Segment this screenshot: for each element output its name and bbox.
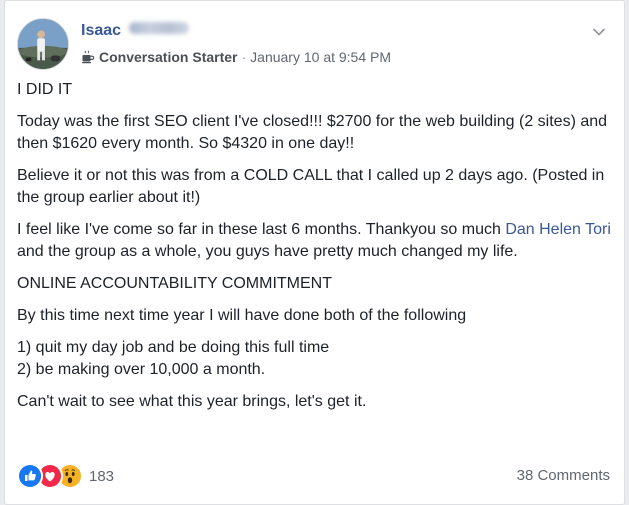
author-name[interactable]: Isaac	[81, 22, 121, 39]
post-text-line: ONLINE ACCOUNTABILITY COMMITMENT	[17, 275, 332, 292]
post-header: Isaac Conversation Starter · January 10 at…	[17, 15, 612, 75]
author-line: Isaac	[81, 21, 190, 41]
reaction-count: 183	[89, 467, 115, 485]
post-footer: 183 38 Comments	[17, 463, 612, 489]
post-timestamp[interactable]: January 10 at 9:54 PM	[250, 49, 391, 65]
post-text-line: Believe it or not this was from a COLD C…	[17, 167, 605, 206]
like-icon	[17, 463, 43, 489]
mention-link[interactable]: Dan Helen Tori	[505, 221, 611, 238]
post-text-line: I DID IT	[17, 81, 73, 98]
avatar-photo-icon	[18, 19, 68, 69]
coffee-cup-icon	[81, 50, 95, 64]
post-body: I DID IT Today was the first SEO client …	[17, 79, 612, 423]
post-card: Isaac Conversation Starter · January 10 at…	[4, 0, 625, 505]
author-surname-blurred	[129, 22, 190, 34]
post-text-line: By this time next time year I will have …	[17, 307, 467, 324]
post-text-line: Can't wait to see what this year brings,…	[17, 393, 367, 410]
post-text-line: 1) quit my day job and be doing this ful…	[17, 339, 330, 356]
post-text-line: 2) be making over 10,000 a month.	[17, 361, 266, 378]
post-options-chevron-down-icon[interactable]	[592, 25, 606, 39]
post-text-fragment: I feel like I've come so far in these la…	[17, 221, 506, 238]
reactions-summary[interactable]: 183	[17, 463, 114, 489]
badge-label[interactable]: Conversation Starter	[99, 49, 237, 65]
post-text-fragment: and the group as a whole, you guys have …	[17, 243, 518, 260]
post-meta: Conversation Starter · January 10 at 9:54 …	[81, 48, 391, 66]
author-avatar[interactable]	[17, 18, 69, 70]
post-text-mention-paragraph: I feel like I've come so far in these la…	[17, 219, 612, 263]
post-text-line: Today was the first SEO client I've clos…	[17, 113, 608, 152]
meta-separator: ·	[241, 49, 247, 65]
comments-link[interactable]: 38 Comments	[517, 467, 610, 484]
